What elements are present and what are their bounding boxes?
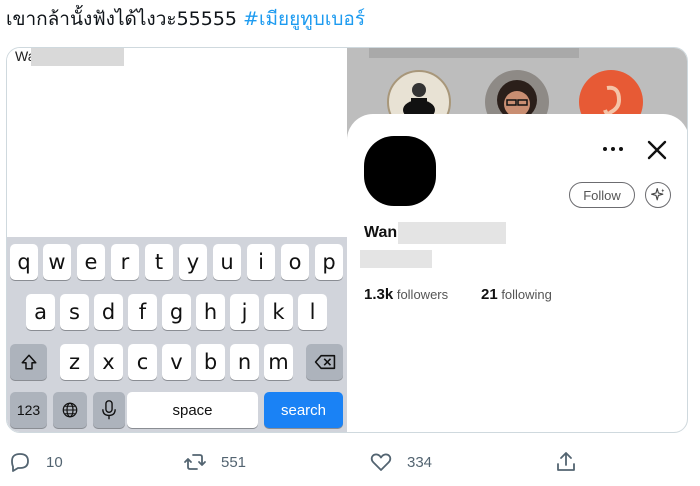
onscreen-keyboard: q w e r t y u i o p a s d f g h j k l z … — [7, 237, 347, 432]
key-c[interactable]: c — [128, 344, 157, 380]
followers-label: followers — [396, 287, 449, 302]
retweet-count: 551 — [221, 453, 247, 471]
sparkle-icon — [651, 188, 665, 201]
reply-count: 10 — [46, 453, 63, 471]
retweet-icon — [184, 454, 206, 470]
tweet-media-image[interactable]: Wa q w e r t y u i o p a s d f g h j k l — [6, 47, 688, 433]
shift-key[interactable] — [10, 344, 47, 380]
key-g[interactable]: g — [162, 294, 191, 330]
followers-count: 1.3k — [364, 286, 394, 303]
following-count: 21 — [481, 286, 498, 303]
following-label: following — [501, 287, 552, 302]
key-q[interactable]: q — [10, 244, 38, 280]
key-o[interactable]: o — [281, 244, 309, 280]
key-i[interactable]: i — [247, 244, 275, 280]
avatar — [364, 136, 436, 206]
redacted-name — [398, 222, 506, 244]
key-n[interactable]: n — [230, 344, 259, 380]
ai-button[interactable] — [645, 182, 671, 208]
numbers-key[interactable]: 123 — [10, 392, 47, 428]
space-key[interactable]: space — [127, 392, 258, 428]
backspace-key[interactable] — [306, 344, 343, 380]
key-m[interactable]: m — [264, 344, 293, 380]
retweet-button[interactable]: 551 — [183, 450, 246, 474]
backspace-icon — [314, 354, 335, 370]
like-icon — [370, 453, 392, 471]
hashtag-link[interactable]: #เมียยูทูบเบอร์ — [243, 8, 365, 30]
tweet-body: เขากล้านั้งฟังได้ไงวะ55555 — [6, 8, 238, 30]
profile-screen: Follow Wan 1.3k followers 21 following — [347, 48, 687, 432]
key-s[interactable]: s — [60, 294, 89, 330]
like-count: 334 — [407, 453, 433, 471]
redacted-header — [369, 48, 579, 58]
reply-icon — [11, 453, 29, 472]
followers-stat[interactable]: 1.3k followers — [364, 286, 448, 303]
share-button[interactable] — [554, 450, 578, 474]
key-t[interactable]: t — [145, 244, 173, 280]
more-icon[interactable] — [602, 144, 624, 154]
key-j[interactable]: j — [230, 294, 259, 330]
key-r[interactable]: r — [111, 244, 139, 280]
key-d[interactable]: d — [94, 294, 123, 330]
globe-key[interactable] — [53, 392, 87, 428]
microphone-icon — [102, 400, 116, 420]
key-f[interactable]: f — [128, 294, 157, 330]
shift-icon — [21, 354, 36, 370]
search-screen: Wa q w e r t y u i o p a s d f g h j k l — [7, 48, 347, 432]
profile-card: Follow Wan 1.3k followers 21 following — [347, 114, 687, 432]
following-stat[interactable]: 21 following — [481, 286, 552, 303]
share-icon — [557, 452, 575, 471]
follow-button[interactable]: Follow — [569, 182, 635, 208]
key-z[interactable]: z — [60, 344, 89, 380]
like-button[interactable]: 334 — [369, 450, 432, 474]
globe-icon — [62, 402, 78, 418]
key-b[interactable]: b — [196, 344, 225, 380]
key-k[interactable]: k — [264, 294, 293, 330]
key-a[interactable]: a — [26, 294, 55, 330]
key-u[interactable]: u — [213, 244, 241, 280]
key-h[interactable]: h — [196, 294, 225, 330]
dictation-key[interactable] — [93, 392, 125, 428]
key-p[interactable]: p — [315, 244, 343, 280]
key-y[interactable]: y — [179, 244, 207, 280]
key-w[interactable]: w — [43, 244, 71, 280]
key-v[interactable]: v — [162, 344, 191, 380]
close-icon[interactable] — [647, 140, 667, 160]
redacted-block — [31, 48, 124, 66]
profile-name: Wan — [364, 224, 398, 241]
reply-button[interactable]: 10 — [8, 450, 63, 474]
search-key[interactable]: search — [264, 392, 343, 428]
key-l[interactable]: l — [298, 294, 327, 330]
tweet-text: เขากล้านั้งฟังได้ไงวะ55555 #เมียยูทูบเบอ… — [6, 8, 365, 30]
key-x[interactable]: x — [94, 344, 123, 380]
key-e[interactable]: e — [77, 244, 105, 280]
redacted-username — [360, 250, 432, 268]
